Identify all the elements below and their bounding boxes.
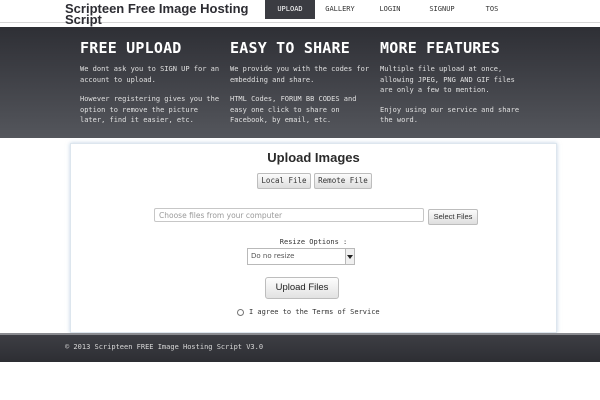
upload-panel: Upload Images Local File Remote File Cho… (70, 143, 557, 333)
upload-files-button[interactable]: Upload Files (265, 277, 339, 299)
feature-title: FREE UPLOAD (80, 39, 182, 57)
terms-radio[interactable] (237, 308, 244, 316)
resize-label: Resize Options : (279, 238, 348, 246)
remote-file-button[interactable]: Remote File (314, 173, 372, 189)
feature-text: We dont ask you to SIGN UP for an accoun… (80, 65, 220, 84)
nav-gallery[interactable]: GALLERY (315, 0, 365, 19)
feature-text: We provide you with the codes for embedd… (230, 65, 370, 84)
nav-signup[interactable]: SIGNUP (415, 0, 469, 19)
hero-banner: FREE UPLOAD We dont ask you to SIGN UP f… (0, 27, 600, 138)
main-nav: UPLOAD GALLERY LOGIN SIGNUP TOS (265, 0, 515, 19)
file-path-input[interactable]: Choose files from your computer (154, 208, 424, 222)
resize-select[interactable]: Do no resize (247, 248, 355, 265)
terms-label[interactable]: I agree to the Terms of Service (249, 308, 380, 316)
chevron-down-icon (345, 249, 354, 264)
local-file-button[interactable]: Local File (257, 173, 311, 189)
nav-upload[interactable]: UPLOAD (265, 0, 315, 19)
resize-select-value: Do no resize (251, 252, 295, 260)
feature-text: HTML Codes, FORUM BB CODES and easy one … (230, 95, 357, 124)
terms-agreement: I agree to the Terms of Service (237, 308, 380, 316)
feature-easy-to-share: EASY TO SHARE We provide you with the co… (230, 39, 375, 135)
feature-text: However registering gives you the option… (80, 95, 220, 124)
feature-text: Multiple file upload at once, allowing J… (380, 65, 515, 94)
site-title[interactable]: Scripteen Free Image Hosting Script (65, 2, 265, 26)
nav-login[interactable]: LOGIN (365, 0, 415, 19)
top-bar: Scripteen Free Image Hosting Script UPLO… (0, 0, 600, 26)
nav-tos[interactable]: TOS (469, 0, 515, 19)
feature-more-features: MORE FEATURES Multiple file upload at on… (380, 39, 530, 135)
feature-title: EASY TO SHARE (230, 39, 350, 57)
feature-text: Enjoy using our service and share the wo… (380, 105, 520, 125)
select-files-button[interactable]: Select Files (428, 209, 478, 225)
feature-free-upload: FREE UPLOAD We dont ask you to SIGN UP f… (80, 39, 225, 135)
footer: © 2013 Scripteen FREE Image Hosting Scri… (0, 333, 600, 362)
feature-title: MORE FEATURES (380, 39, 500, 57)
footer-copyright: © 2013 Scripteen FREE Image Hosting Scri… (65, 343, 264, 351)
panel-title: Upload Images (267, 150, 360, 165)
